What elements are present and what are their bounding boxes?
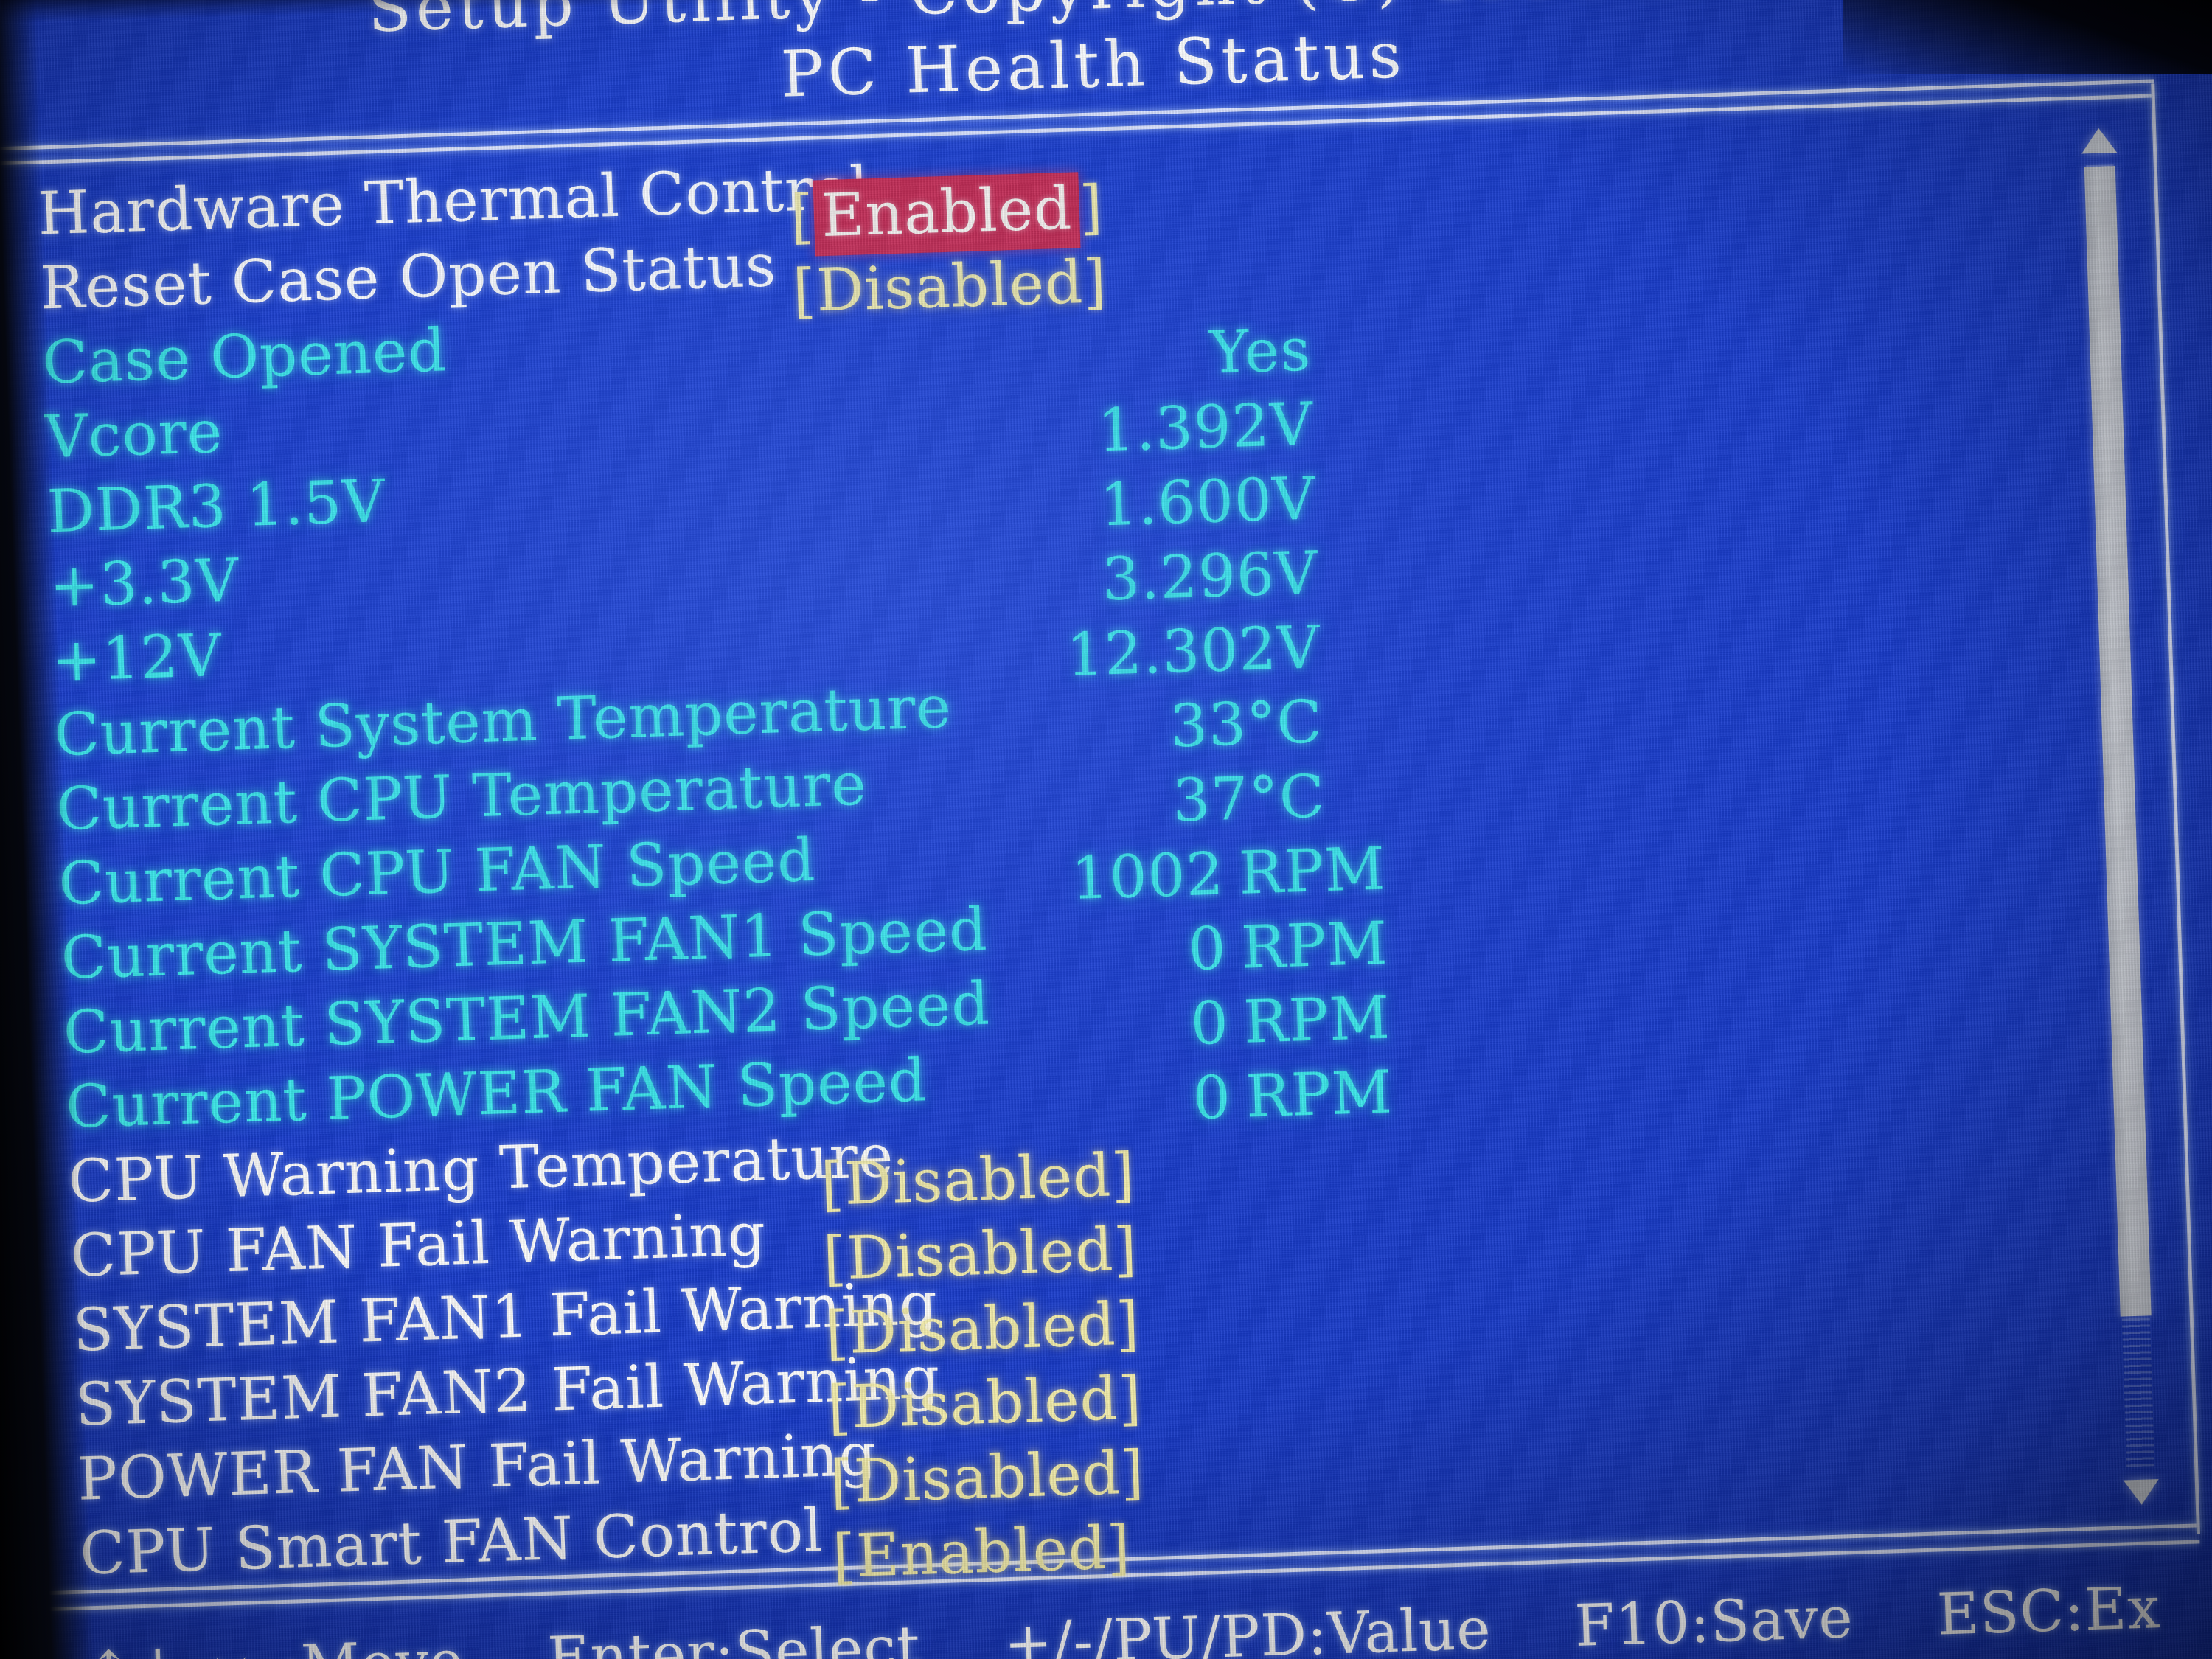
settings-row-value-field[interactable]: [Enabled] bbox=[832, 1513, 1132, 1591]
settings-row-label: +3.3V bbox=[48, 546, 240, 621]
help-spacer-4 bbox=[1873, 1635, 1919, 1636]
settings-row-label: DDR3 1.5V bbox=[46, 466, 387, 546]
panel-border-left bbox=[0, 152, 22, 1603]
settings-list: Hardware Thermal Control [Enabled] Reset C… bbox=[37, 117, 2071, 1594]
scrollbar-thumb[interactable] bbox=[2084, 166, 2152, 1317]
help-exit: ESC:Ex bbox=[1935, 1575, 2162, 1649]
settings-row-label: Vcore bbox=[44, 397, 224, 472]
bios-screen: Setup Utility - Copyright (C) 1984-2009 … bbox=[0, 0, 2212, 1659]
help-select: Enter:Select bbox=[546, 1613, 922, 1659]
help-bar: ↑↓→←:Move Enter:Select +/-/PU/PD:Value F… bbox=[84, 1571, 2212, 1659]
help-save: F10:Save bbox=[1573, 1585, 1854, 1659]
scrollbar[interactable] bbox=[2074, 123, 2166, 1510]
triangle-down-icon[interactable] bbox=[2123, 1479, 2160, 1506]
triangle-up-icon[interactable] bbox=[2081, 127, 2118, 154]
help-value: +/-/PU/PD:Value bbox=[1003, 1596, 1492, 1659]
settings-row-label: Case Opened bbox=[41, 316, 448, 397]
monitor-photograph: Setup Utility - Copyright (C) 1984-2009 … bbox=[0, 0, 2212, 1659]
help-move: ↑↓→←:Move bbox=[84, 1628, 465, 1659]
settings-row-label: +12V bbox=[50, 621, 223, 695]
settings-row-value[interactable]: Enabled bbox=[855, 1514, 1108, 1590]
help-spacer-3 bbox=[1511, 1646, 1557, 1648]
bracket-close: ] bbox=[1105, 1512, 1132, 1582]
bracket-open: [ bbox=[831, 1521, 858, 1591]
